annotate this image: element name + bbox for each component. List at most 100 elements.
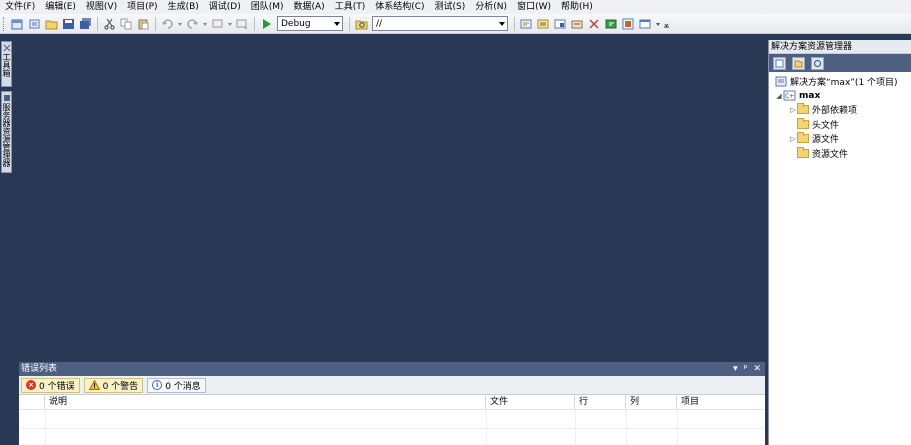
tree-item-external-deps[interactable]: ▷ 外部依赖项: [789, 103, 857, 116]
start-debugging-icon[interactable]: [259, 16, 274, 31]
window-position-icon[interactable]: ▾: [733, 362, 738, 376]
row-divider: [19, 428, 765, 429]
error-list-body: [19, 410, 765, 445]
menu-analyze[interactable]: 分析(N): [470, 0, 512, 14]
tools-icon[interactable]: [587, 16, 602, 31]
error-icon: ×: [26, 380, 36, 390]
info-icon: i: [152, 380, 163, 390]
open-folder-icon[interactable]: [44, 16, 59, 31]
refresh-icon[interactable]: [811, 56, 824, 70]
tree-item-label: 头文件: [812, 121, 840, 131]
collapse-arrow-icon[interactable]: ◢: [775, 92, 783, 100]
toolbox-icon[interactable]: [570, 16, 585, 31]
project-node[interactable]: ◢ C+ max: [775, 89, 820, 102]
server-explorer-tab[interactable]: 服务器资源管理器: [1, 91, 12, 173]
undo-icon[interactable]: [160, 16, 175, 31]
error-list-title-bar[interactable]: 错误列表 ▾ ᵖ ✕: [19, 362, 765, 376]
menu-test[interactable]: 测试(S): [430, 0, 471, 14]
copy-icon[interactable]: [119, 16, 134, 31]
warnings-filter-button[interactable]: 0 个警告: [83, 377, 144, 393]
expand-arrow-icon[interactable]: ▷: [789, 135, 797, 143]
warnings-count: 0 个警告: [102, 381, 139, 392]
toolbox-icon: [3, 44, 10, 52]
menu-tools[interactable]: 工具(T): [330, 0, 371, 14]
messages-filter-button[interactable]: i 0 个消息: [147, 377, 206, 393]
find-combo[interactable]: //: [372, 16, 508, 31]
cut-icon[interactable]: [102, 16, 117, 31]
redo-icon[interactable]: [185, 16, 200, 31]
solution-explorer-title[interactable]: 解决方案资源管理器: [769, 40, 911, 54]
toolbox-tab[interactable]: 工具箱: [1, 41, 12, 87]
redo-dropdown-icon[interactable]: [202, 16, 208, 31]
undo-dropdown-icon[interactable]: [177, 16, 183, 31]
solution-configuration-combo[interactable]: Debug: [277, 16, 343, 31]
find-in-files-icon[interactable]: [354, 16, 369, 31]
menu-build[interactable]: 生成(B): [163, 0, 204, 14]
save-icon[interactable]: [61, 16, 76, 31]
menu-help[interactable]: 帮助(H): [556, 0, 598, 14]
menu-team[interactable]: 团队(M): [246, 0, 289, 14]
solution-node[interactable]: 解决方案“max”(1 个项目): [775, 75, 898, 88]
toolbar-separator: [349, 16, 350, 31]
window-layout-dropdown-icon[interactable]: [655, 16, 661, 31]
tree-item-header-files[interactable]: 头文件: [789, 118, 839, 131]
object-browser-icon[interactable]: [553, 16, 568, 31]
new-project-icon[interactable]: [10, 16, 25, 31]
column-line[interactable]: 行: [575, 394, 626, 410]
menu-project[interactable]: 项目(P): [122, 0, 162, 14]
solution-explorer-toolbar: [769, 54, 911, 72]
chevron-down-icon: [499, 22, 505, 26]
auto-hide-pin-icon[interactable]: ᵖ: [744, 362, 748, 376]
close-icon[interactable]: ✕: [753, 362, 761, 376]
properties-icon[interactable]: [773, 56, 786, 70]
solution-label: 解决方案“max”(1 个项目): [790, 78, 898, 88]
error-list-title: 错误列表: [21, 364, 58, 374]
find-combo-value: //: [376, 18, 383, 29]
menu-data[interactable]: 数据(A): [289, 0, 330, 14]
menu-architecture[interactable]: 体系结构(C): [370, 0, 429, 14]
start-page-icon[interactable]: [604, 16, 619, 31]
solution-explorer-icon[interactable]: [519, 16, 534, 31]
show-all-files-icon[interactable]: [792, 56, 805, 70]
navigate-dropdown-icon[interactable]: [227, 16, 233, 31]
menu-view[interactable]: 视图(V): [81, 0, 122, 14]
window-layout-icon[interactable]: [638, 16, 653, 31]
tree-item-resource-files[interactable]: 资源文件: [789, 147, 848, 160]
toolbar-grip[interactable]: [3, 16, 6, 31]
menu-debug[interactable]: 调试(D): [204, 0, 246, 14]
column-column[interactable]: 列: [626, 394, 677, 410]
editor-workspace: [14, 35, 766, 361]
toolbar-overflow-icon[interactable]: [663, 16, 670, 31]
tree-item-label: 源文件: [812, 135, 840, 145]
messages-count: 0 个消息: [165, 381, 201, 392]
toolbar-separator: [97, 16, 98, 31]
folder-icon: [797, 103, 809, 114]
menu-edit[interactable]: 编辑(E): [40, 0, 81, 14]
save-all-icon[interactable]: [78, 16, 93, 31]
add-item-icon[interactable]: [27, 16, 42, 31]
left-dock: 工具箱 服务器资源管理器: [0, 35, 13, 445]
column-project[interactable]: 项目: [677, 395, 765, 410]
menu-bar: 文件(F) 编辑(E) 视图(V) 项目(P) 生成(B) 调试(D) 团队(M…: [0, 0, 911, 14]
column-icon[interactable]: [19, 394, 45, 410]
properties-icon[interactable]: [536, 16, 551, 31]
folder-icon: [797, 132, 809, 143]
error-list-panel: 错误列表 ▾ ᵖ ✕ × 0 个错误 0 个警告 i 0 个消息 说明 文件 行…: [19, 362, 765, 445]
chevron-down-icon: [334, 22, 340, 26]
navigate-forward-icon[interactable]: [235, 16, 250, 31]
error-list-header: 说明 文件 行 列 项目: [19, 394, 765, 410]
expand-arrow-icon[interactable]: ▷: [789, 106, 797, 114]
toolbox-tab-label: 工具箱: [2, 53, 11, 77]
extension-manager-icon[interactable]: [621, 16, 636, 31]
errors-filter-button[interactable]: × 0 个错误: [21, 377, 80, 393]
column-file[interactable]: 文件: [486, 394, 575, 410]
column-description[interactable]: 说明: [45, 394, 486, 410]
toolbar-separator: [155, 16, 156, 31]
tree-item-source-files[interactable]: ▷ 源文件: [789, 132, 839, 145]
navigate-back-icon[interactable]: [210, 16, 225, 31]
paste-icon[interactable]: [136, 16, 151, 31]
svg-text:C+: C+: [785, 93, 794, 100]
warning-icon: [88, 380, 100, 390]
menu-file[interactable]: 文件(F): [0, 0, 40, 14]
menu-window[interactable]: 窗口(W): [512, 0, 556, 14]
